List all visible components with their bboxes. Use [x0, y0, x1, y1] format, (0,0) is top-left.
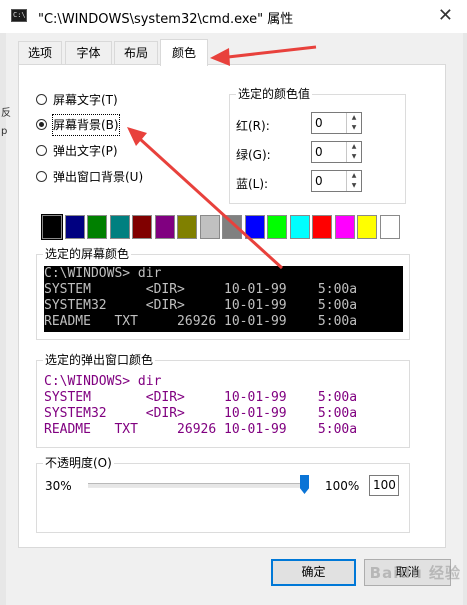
palette-swatch[interactable] [334, 215, 355, 239]
palette-swatch[interactable] [41, 214, 63, 240]
palette-swatch[interactable] [87, 215, 107, 239]
window-title: "C:\WINDOWS\system32\cmd.exe" 属性 [38, 12, 294, 27]
preview-line: README TXT 26926 10-01-99 5:00a [44, 314, 358, 329]
palette-swatch[interactable] [199, 215, 220, 239]
spin-up-icon[interactable]: ▲ [347, 142, 361, 152]
background-text-fragment: p [1, 126, 8, 137]
baidu-watermark: Baidu 经验 [369, 564, 461, 582]
radio-label: 屏幕文字(T) [53, 93, 118, 107]
palette-swatch[interactable] [244, 215, 265, 239]
red-label: 红(R): [236, 119, 270, 133]
preview-line: SYSTEM32 <DIR> 10-01-99 5:00a [44, 298, 358, 313]
preview-line: README TXT 26926 10-01-99 5:00a [44, 422, 358, 437]
background-window-right [463, 33, 467, 605]
radio-button[interactable] [36, 145, 47, 156]
tab-colors[interactable]: 颜色 [160, 39, 208, 66]
blue-spinner[interactable]: 0 ▲ ▼ [311, 170, 362, 192]
background-text-fragment: 反 [1, 108, 11, 119]
group-title: 选定的屏幕颜色 [43, 247, 132, 261]
radio-label: 弹出文字(P) [53, 144, 118, 158]
spin-buttons: ▲ ▼ [346, 142, 361, 162]
spin-down-icon[interactable]: ▼ [347, 152, 361, 162]
screen-colors-preview: C:\WINDOWS> dir SYSTEM <DIR> 10-01-99 5:… [44, 266, 403, 332]
blue-value[interactable]: 0 [315, 174, 323, 188]
radio-label: 弹出窗口背景(U) [53, 170, 144, 184]
spin-up-icon[interactable]: ▲ [347, 113, 361, 123]
spin-buttons: ▲ ▼ [346, 171, 361, 191]
palette-swatch[interactable] [222, 215, 242, 239]
red-spinner[interactable]: 0 ▲ ▼ [311, 112, 362, 134]
spin-down-icon[interactable]: ▼ [347, 123, 361, 133]
cmd-app-icon: C:\ [11, 9, 27, 22]
tab-options[interactable]: 选项 [18, 41, 62, 64]
spin-up-icon[interactable]: ▲ [347, 171, 361, 181]
radio-label: 屏幕背景(B) [52, 114, 120, 136]
opacity-min-label: 30% [45, 479, 72, 493]
radio-button[interactable] [36, 171, 47, 182]
red-value[interactable]: 0 [315, 116, 323, 130]
green-label: 绿(G): [236, 148, 271, 162]
palette-swatch[interactable] [64, 215, 85, 239]
group-title: 选定的弹出窗口颜色 [43, 353, 156, 367]
preview-line: C:\WINDOWS> dir [44, 374, 162, 389]
ok-button[interactable]: 确定 [271, 559, 356, 586]
popup-colors-preview: C:\WINDOWS> dir SYSTEM <DIR> 10-01-99 5:… [44, 374, 403, 440]
palette-swatch[interactable] [267, 215, 287, 239]
spin-down-icon[interactable]: ▼ [347, 181, 361, 191]
group-title: 不透明度(O) [43, 456, 114, 470]
palette-swatch[interactable] [132, 215, 152, 239]
preview-line: SYSTEM <DIR> 10-01-99 5:00a [44, 390, 358, 405]
palette-swatch[interactable] [154, 215, 175, 239]
green-spinner[interactable]: 0 ▲ ▼ [311, 141, 362, 163]
green-value[interactable]: 0 [315, 145, 323, 159]
palette-swatch[interactable] [109, 215, 130, 239]
close-icon[interactable]: ✕ [438, 5, 453, 26]
preview-line: C:\WINDOWS> dir [44, 266, 162, 281]
title-bar: C:\ "C:\WINDOWS\system32\cmd.exe" 属性 ✕ [0, 0, 467, 33]
opacity-max-label: 100% [325, 479, 360, 493]
preview-line: SYSTEM <DIR> 10-01-99 5:00a [44, 282, 358, 297]
palette-swatch[interactable] [357, 215, 377, 239]
opacity-slider-track[interactable] [88, 483, 305, 488]
radio-button[interactable] [36, 94, 47, 105]
palette-swatch[interactable] [312, 215, 332, 239]
opacity-group: 不透明度(O) [36, 456, 410, 533]
palette-swatch[interactable] [289, 215, 310, 239]
spin-buttons: ▲ ▼ [346, 113, 361, 133]
opacity-value-field[interactable]: 100 [369, 475, 399, 496]
tab-font[interactable]: 字体 [65, 41, 112, 64]
palette-swatch[interactable] [379, 215, 400, 239]
preview-line: SYSTEM32 <DIR> 10-01-99 5:00a [44, 406, 358, 421]
radio-button-checked[interactable] [36, 119, 47, 130]
group-title: 选定的颜色值 [236, 87, 313, 101]
blue-label: 蓝(L): [236, 177, 269, 191]
palette-swatch[interactable] [177, 215, 197, 239]
tab-layout[interactable]: 布局 [114, 41, 158, 64]
app-icon-text: C:\ [13, 11, 26, 19]
